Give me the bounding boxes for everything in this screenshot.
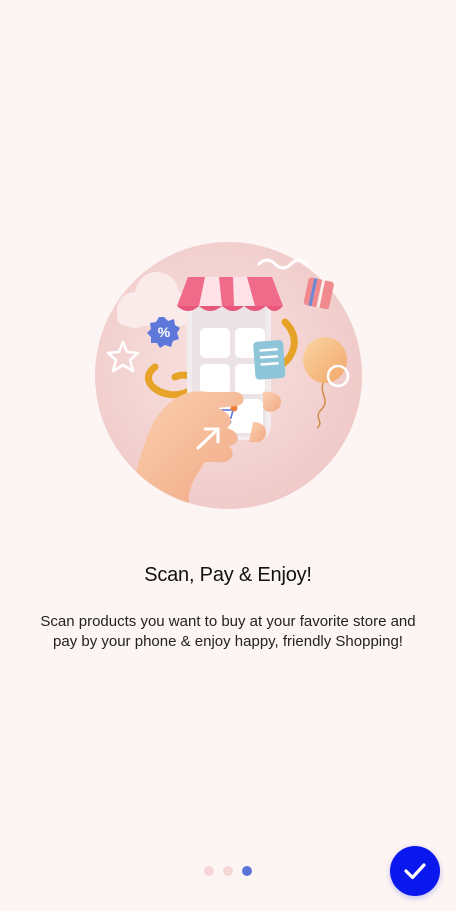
shopping-phone-illustration: %	[95, 242, 362, 509]
page-title: Scan, Pay & Enjoy!	[144, 564, 312, 586]
page-description: Scan products you want to buy at your fa…	[40, 613, 416, 650]
page-indicator-dot-1[interactable]	[204, 866, 214, 876]
page-indicator-dot-2[interactable]	[223, 866, 233, 876]
page-indicator-dot-3[interactable]	[242, 866, 252, 876]
checkmark-icon	[404, 863, 426, 880]
page-indicator	[204, 866, 252, 876]
done-button[interactable]	[390, 846, 440, 896]
discount-badge-text: %	[158, 324, 171, 340]
